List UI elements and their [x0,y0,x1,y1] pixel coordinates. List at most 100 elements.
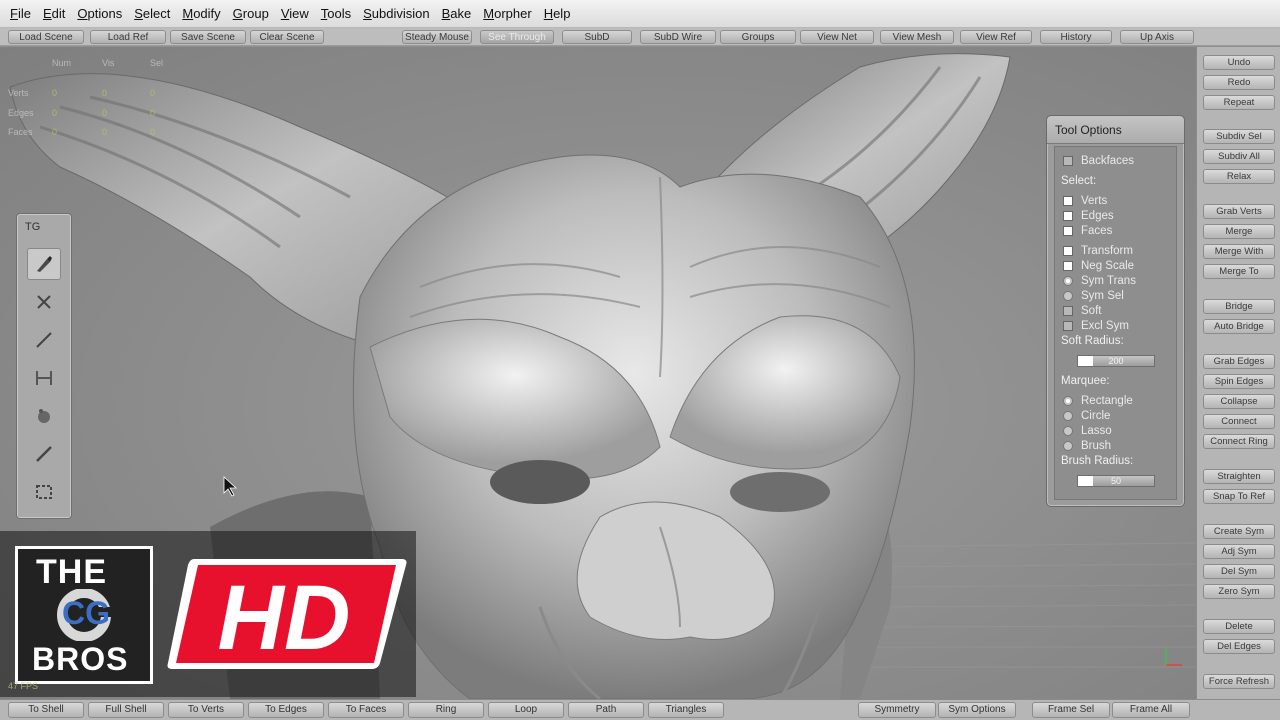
connect-button[interactable]: Connect [1203,414,1275,429]
up-axis-button[interactable]: Up Axis [1120,30,1194,44]
subd-wire-button[interactable]: SubD Wire [640,30,716,44]
save-scene-button[interactable]: Save Scene [170,30,246,44]
snap-to-ref-button[interactable]: Snap To Ref [1203,489,1275,504]
tool-options-panel: Tool Options Backfaces Select: Verts Edg… [1046,115,1185,507]
history-button[interactable]: History [1040,30,1112,44]
view-net-button[interactable]: View Net [800,30,874,44]
marquee-icon [36,485,52,499]
neg-scale-checkbox[interactable]: Neg Scale [1063,260,1134,272]
marquee-lasso-radio[interactable]: Lasso [1063,425,1112,437]
stat-verts-sel: 0 [150,88,156,98]
sym-trans-radio[interactable]: Sym Trans [1063,275,1136,287]
del-sym-button[interactable]: Del Sym [1203,564,1275,579]
tg-tool-panel: TG [16,213,72,519]
merge-with-button[interactable]: Merge With [1203,244,1275,259]
bridge-button[interactable]: Bridge [1203,299,1275,314]
logo-overlay: THE CG BROS HD 47 FPS [0,531,416,697]
line-tool-button[interactable] [27,438,61,470]
marquee-circle-label: Circle [1081,410,1111,422]
grab-verts-button[interactable]: Grab Verts [1203,204,1275,219]
path-button[interactable]: Path [568,702,644,718]
subd-button[interactable]: SubD [562,30,632,44]
marquee-rectangle-radio[interactable]: Rectangle [1063,395,1133,407]
grab-edges-button[interactable]: Grab Edges [1203,354,1275,369]
view-mesh-button[interactable]: View Mesh [880,30,954,44]
soft-radius-value: 200 [1108,356,1124,366]
logo-the-text: THE [36,553,107,591]
connect-ring-button[interactable]: Connect Ring [1203,434,1275,449]
soft-checkbox[interactable]: Soft [1063,305,1101,317]
excl-sym-checkbox[interactable]: Excl Sym [1063,320,1129,332]
zero-sym-button[interactable]: Zero Sym [1203,584,1275,599]
pen-tool-button[interactable] [27,324,61,356]
menu-modify[interactable]: Modify [176,6,226,21]
select-edges-checkbox[interactable]: Edges [1063,210,1114,222]
frame-sel-button[interactable]: Frame Sel [1032,702,1110,718]
view-ref-button[interactable]: View Ref [960,30,1032,44]
ring-button[interactable]: Ring [408,702,484,718]
brush-radius-slider[interactable]: 50 [1077,475,1155,487]
redo-button[interactable]: Redo [1203,75,1275,90]
spin-edges-button[interactable]: Spin Edges [1203,374,1275,389]
adj-sym-button[interactable]: Adj Sym [1203,544,1275,559]
merge-button[interactable]: Merge [1203,224,1275,239]
to-edges-button[interactable]: To Edges [248,702,324,718]
clear-scene-button[interactable]: Clear Scene [250,30,324,44]
select-faces-checkbox[interactable]: Faces [1063,225,1112,237]
groups-button[interactable]: Groups [720,30,796,44]
repeat-button[interactable]: Repeat [1203,95,1275,110]
frame-all-button[interactable]: Frame All [1112,702,1190,718]
undo-button[interactable]: Undo [1203,55,1275,70]
menu-group[interactable]: Group [227,6,275,21]
menu-edit[interactable]: Edit [37,6,71,21]
delete-button[interactable]: Delete [1203,619,1275,634]
menu-select[interactable]: Select [128,6,176,21]
auto-bridge-button[interactable]: Auto Bridge [1203,319,1275,334]
full-shell-button[interactable]: Full Shell [88,702,164,718]
load-scene-button[interactable]: Load Scene [8,30,84,44]
backfaces-checkbox[interactable]: Backfaces [1063,155,1134,167]
steady-mouse-button[interactable]: Steady Mouse [402,30,472,44]
excl-sym-label: Excl Sym [1081,320,1129,332]
subdiv-sel-button[interactable]: Subdiv Sel [1203,129,1275,144]
bracket-tool-button[interactable] [27,362,61,394]
menu-bake[interactable]: Bake [436,6,478,21]
symmetry-button[interactable]: Symmetry [858,702,936,718]
subdiv-all-button[interactable]: Subdiv All [1203,149,1275,164]
marquee-brush-radio[interactable]: Brush [1063,440,1111,452]
sym-options-button[interactable]: Sym Options [938,702,1016,718]
to-verts-button[interactable]: To Verts [168,702,244,718]
transform-checkbox[interactable]: Transform [1063,245,1133,257]
menu-options[interactable]: Options [71,6,128,21]
transform-tool-button[interactable] [27,286,61,318]
loop-button[interactable]: Loop [488,702,564,718]
force-refresh-button[interactable]: Force Refresh [1203,674,1275,689]
menu-tools[interactable]: Tools [315,6,357,21]
select-verts-checkbox[interactable]: Verts [1063,195,1107,207]
see-through-button[interactable]: See Through [480,30,554,44]
straighten-button[interactable]: Straighten [1203,469,1275,484]
menu-help[interactable]: Help [538,6,577,21]
soft-radius-slider[interactable]: 200 [1077,355,1155,367]
del-edges-button[interactable]: Del Edges [1203,639,1275,654]
logo-bros-text: BROS [32,641,129,677]
menu-file[interactable]: File [4,6,37,21]
menu-subdivision[interactable]: Subdivision [357,6,436,21]
create-sym-button[interactable]: Create Sym [1203,524,1275,539]
to-faces-button[interactable]: To Faces [328,702,404,718]
sym-sel-radio[interactable]: Sym Sel [1063,290,1124,302]
load-ref-button[interactable]: Load Ref [90,30,166,44]
transform-x-icon [37,295,51,309]
menu-view[interactable]: View [275,6,315,21]
merge-to-button[interactable]: Merge To [1203,264,1275,279]
relax-button[interactable]: Relax [1203,169,1275,184]
grab-tool-button[interactable] [27,400,61,432]
marquee-circle-radio[interactable]: Circle [1063,410,1110,422]
to-shell-button[interactable]: To Shell [8,702,84,718]
marquee-tool-button[interactable] [27,476,61,508]
pen-icon [36,332,52,348]
collapse-button[interactable]: Collapse [1203,394,1275,409]
brush-tool-button[interactable] [27,248,61,280]
triangles-button[interactable]: Triangles [648,702,724,718]
menu-morpher[interactable]: Morpher [477,6,537,21]
